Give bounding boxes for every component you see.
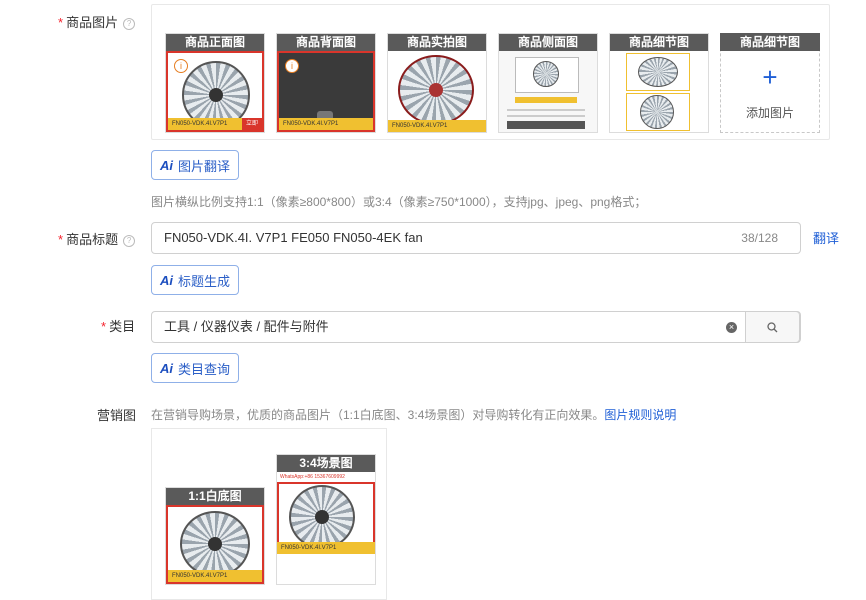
category-input[interactable]: 工具 / 仪器仪表 / 配件与附件 ×: [151, 311, 801, 343]
slot-caption: 1:1白底图: [166, 488, 264, 505]
help-icon[interactable]: ?: [123, 235, 136, 247]
image-translate-button[interactable]: Ai 图片翻译: [151, 150, 240, 180]
category-query-button[interactable]: Ai 类目查询: [151, 353, 240, 383]
spec-sheet-image: [499, 51, 597, 132]
category-search-button[interactable]: [745, 311, 800, 343]
plus-icon: +: [762, 62, 778, 92]
category-label: * 类目: [101, 319, 136, 334]
slot-caption: 商品细节图: [720, 33, 820, 51]
ai-icon: Ai: [160, 157, 173, 173]
search-icon: [767, 322, 778, 333]
required-mark: *: [58, 15, 64, 30]
title-input[interactable]: FN050-VDK.4I. V7P1 FE050 FN050-4EK fan 3…: [151, 222, 801, 254]
image-slot-side[interactable]: 商品侧面图: [498, 33, 598, 133]
product-photo: i FN050-VDK.4I.V7P1: [277, 51, 375, 132]
slot-caption: 3:4场景图: [277, 455, 375, 472]
slot-caption: 商品实拍图: [388, 34, 486, 51]
title-value[interactable]: FN050-VDK.4I. V7P1 FE050 FN050-4EK fan: [164, 223, 423, 253]
product-strip: FN050-VDK.4I.V7P1 立即: [168, 118, 262, 130]
marketing-image-panel: 1:1白底图 FN050-VDK.4I.V7P1 3:4场景图 WhatsApp…: [151, 428, 387, 600]
product-photo: i FN050-VDK.4I.V7P1 立即: [166, 51, 264, 132]
image-hint: 图片横纵比例支持1:1（像素≥800*800）或3:4（像素≥750*1000）…: [151, 195, 647, 209]
product-strip: FN050-VDK.4I.V7P1: [388, 120, 486, 132]
required-mark: *: [58, 232, 64, 247]
image-upload-panel: 商品正面图 i FN050-VDK.4I.V7P1 立即 商品背面图 i FN05…: [151, 4, 830, 140]
slot-caption: 商品背面图: [277, 34, 375, 51]
slot-caption: 商品侧面图: [499, 34, 597, 51]
product-strip: FN050-VDK.4I.V7P1: [279, 118, 373, 130]
marketing-label: 营销图: [97, 408, 137, 423]
whatsapp-text: WhatsApp:+86 15367609992: [280, 474, 345, 480]
marketing-hint: 在营销导购场景，优质的商品图片（1:1白底图、3:4场景图）对导购转化有正向效果…: [151, 408, 677, 422]
add-image-label: 添加图片: [745, 106, 794, 120]
detail-image: [610, 51, 708, 132]
required-mark: *: [101, 319, 107, 334]
marketing-slot-scene[interactable]: 3:4场景图 WhatsApp:+86 15367609992 FN050-VD…: [276, 454, 376, 585]
info-icon[interactable]: i: [174, 59, 188, 73]
image-slot-front[interactable]: 商品正面图 i FN050-VDK.4I.V7P1 立即: [165, 33, 265, 133]
title-label: * 商品标题?: [58, 229, 136, 248]
slot-caption: 商品细节图: [610, 34, 708, 51]
info-icon[interactable]: i: [285, 59, 299, 73]
product-photo: FN050-VDK.4I.V7P1: [388, 51, 486, 132]
image-slot-real[interactable]: 商品实拍图 FN050-VDK.4I.V7P1: [387, 33, 487, 133]
ai-icon: Ai: [160, 360, 173, 376]
translate-link[interactable]: 翻译: [813, 228, 839, 247]
images-label: * 商品图片?: [58, 12, 136, 31]
product-strip: FN050-VDK.4I.V7P1: [277, 542, 375, 554]
image-slot-detail[interactable]: 商品细节图: [609, 33, 709, 133]
help-icon[interactable]: ?: [123, 18, 136, 30]
product-strip: FN050-VDK.4I.V7P1: [168, 570, 262, 582]
slot-caption: 商品正面图: [166, 34, 264, 51]
char-count: 38/128: [741, 231, 778, 245]
scene-photo: WhatsApp:+86 15367609992 FN050-VDK.4I.V7…: [277, 472, 375, 584]
title-generate-button[interactable]: Ai 标题生成: [151, 265, 240, 295]
image-slot-back[interactable]: 商品背面图 i FN050-VDK.4I.V7P1: [276, 33, 376, 133]
image-rules-link[interactable]: 图片规则说明: [604, 408, 676, 422]
category-value[interactable]: 工具 / 仪器仪表 / 配件与附件: [164, 312, 329, 342]
clear-icon[interactable]: ×: [726, 322, 737, 333]
add-image-button[interactable]: 商品细节图 + 添加图片: [720, 33, 820, 133]
ai-icon: Ai: [160, 272, 173, 288]
product-photo: FN050-VDK.4I.V7P1: [166, 505, 264, 584]
marketing-slot-white[interactable]: 1:1白底图 FN050-VDK.4I.V7P1: [165, 487, 265, 585]
